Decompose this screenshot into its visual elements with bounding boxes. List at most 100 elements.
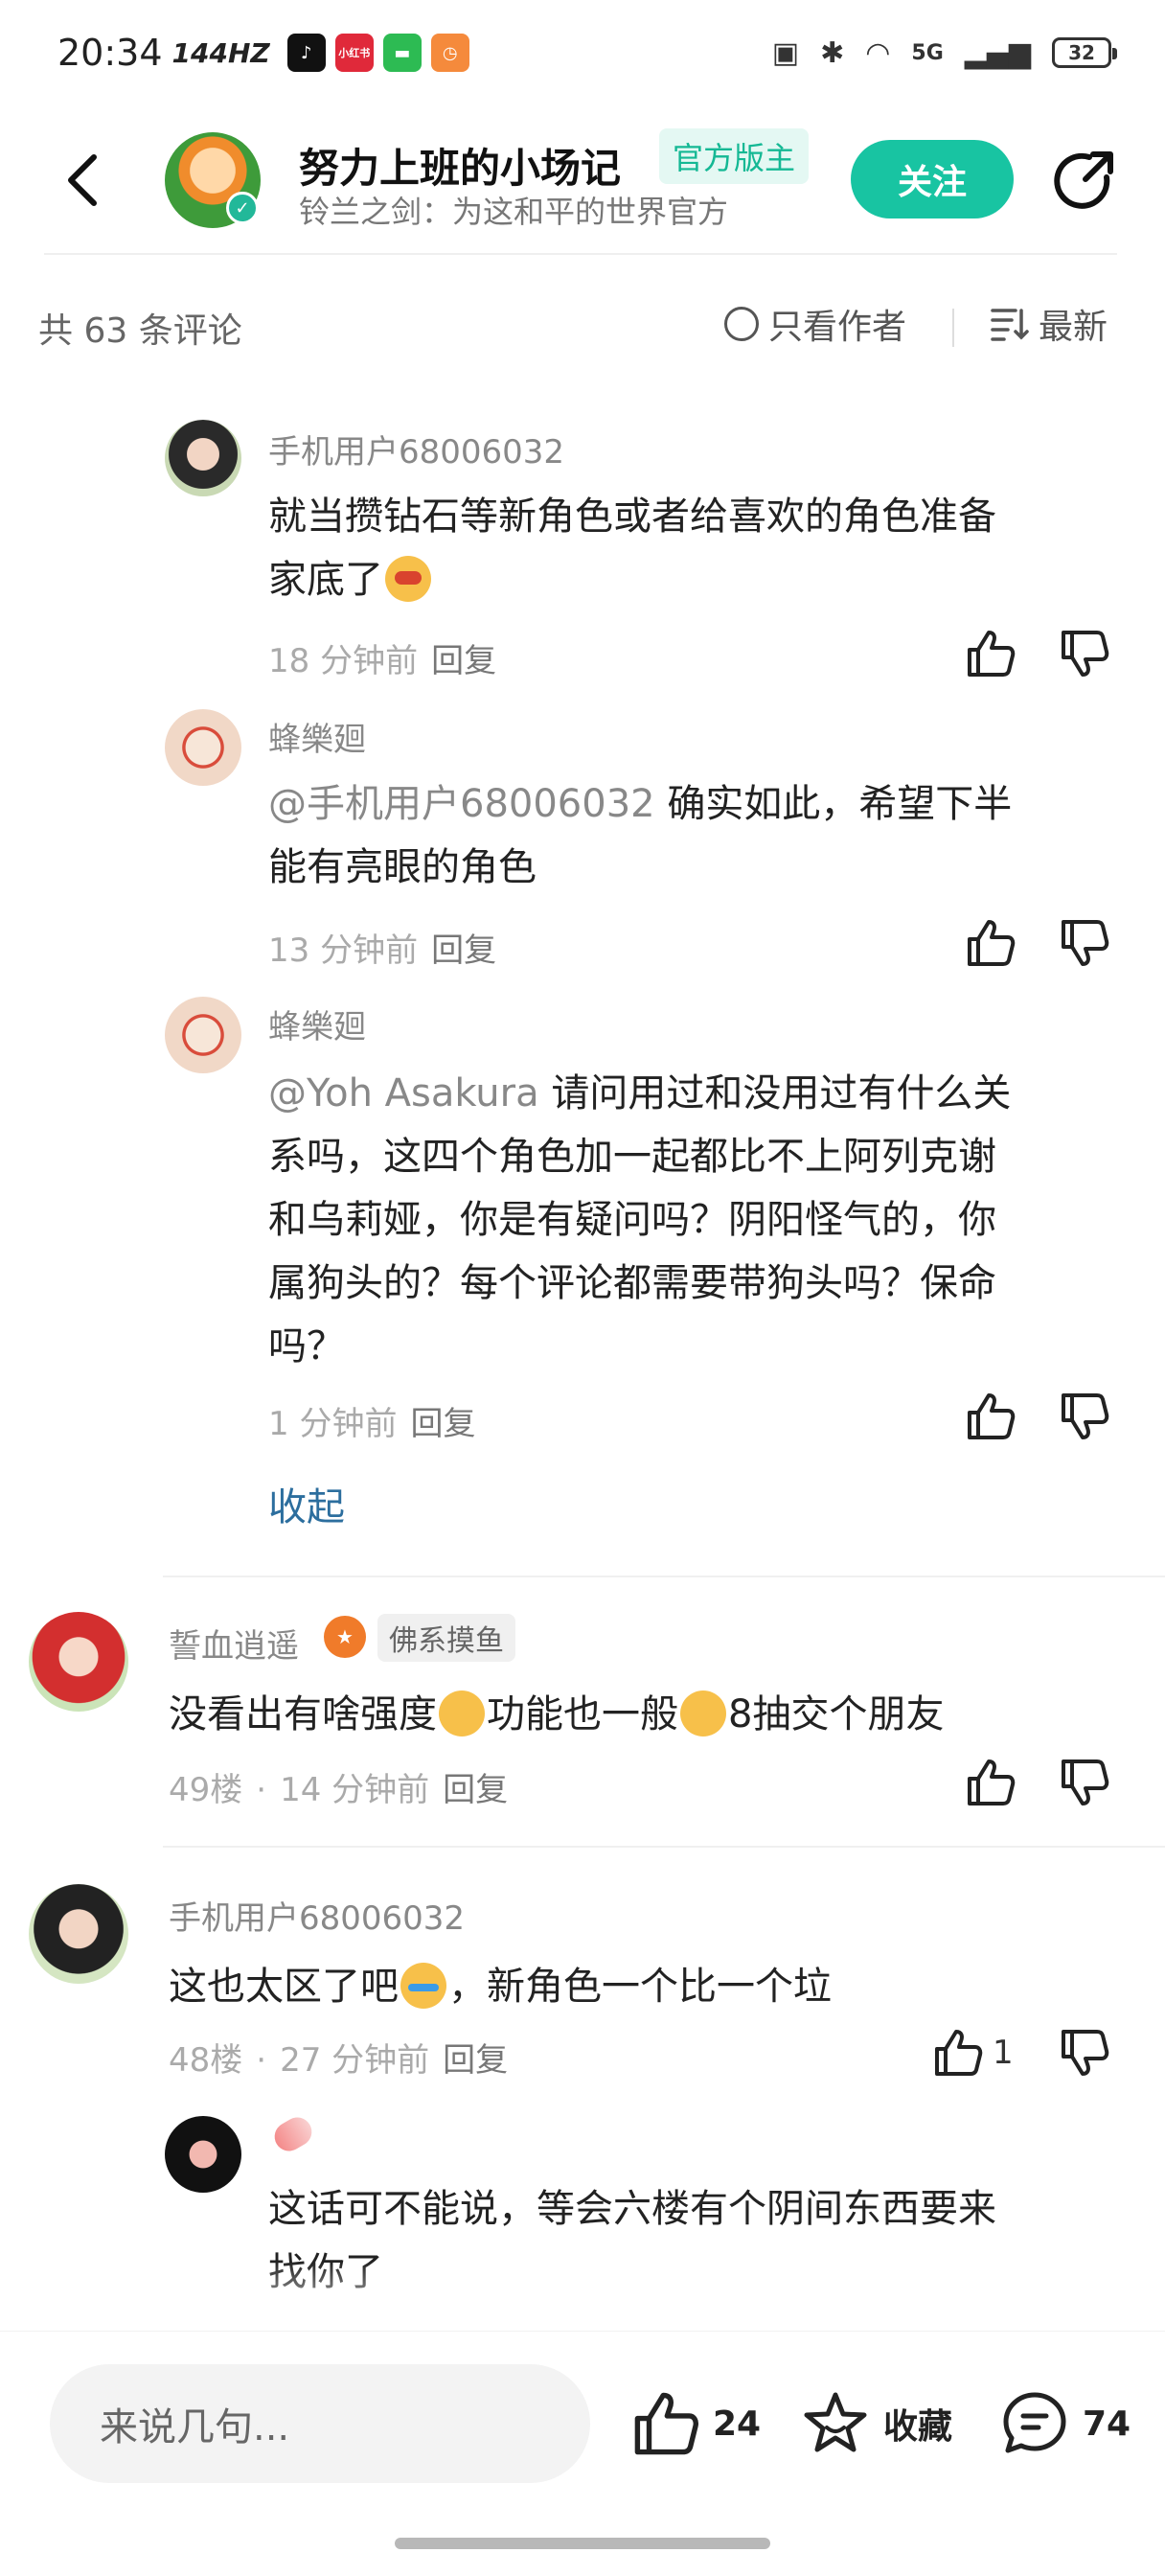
author-subtitle: 铃兰之剑：为这和平的世界官方 <box>299 194 729 230</box>
reply-button[interactable]: 回复 <box>410 1405 475 1443</box>
floor-number: 48楼 <box>169 2041 243 2080</box>
reply-button[interactable]: 回复 <box>431 932 496 970</box>
comment-bubble-icon <box>1003 2392 1066 2453</box>
comment-segment: 这也太区了吧 <box>169 1965 399 2009</box>
comment-text: 没看出有啥强度 功能也一般 8抽交个朋友 <box>169 1683 1127 1746</box>
scroll-fade <box>0 2262 1165 2329</box>
back-arrow-icon <box>68 154 97 206</box>
home-indicator[interactable] <box>395 2538 770 2549</box>
avatar[interactable] <box>29 1612 128 1712</box>
refresh-rate: 144HZ <box>171 36 270 69</box>
chat-app-icon: ▬ <box>382 34 422 72</box>
signal-icon: ▂▄▆ <box>964 35 1031 70</box>
comment-username[interactable]: 誓血逍遥 <box>169 1620 299 1667</box>
dislike-button[interactable] <box>1056 2024 1113 2082</box>
collapse-replies-button[interactable]: 收起 <box>268 1476 345 1531</box>
comment-line: 吗？ <box>268 1324 345 1368</box>
official-badge: 官方版主 <box>659 128 810 184</box>
header-divider <box>44 253 1117 255</box>
sort-label: 最新 <box>1039 308 1108 347</box>
bottom-action-bar: 来说几句... 24 收藏 74 <box>0 2331 1165 2518</box>
status-app-icons: ♪ 小红书 ▬ ◷ <box>286 34 469 72</box>
comment-text: 就当攒钻石等新角色或者给喜欢的角色准备 家底了 <box>268 485 1165 611</box>
comment-meta: 13 分钟前 回复 <box>268 924 496 971</box>
network-type: 5G <box>911 40 944 65</box>
comment-username[interactable]: 手机用户68006032 <box>169 1892 465 1939</box>
thumbs-down-icon <box>1062 1760 1109 1806</box>
comment-username[interactable]: 手机用户68006032 <box>268 426 564 472</box>
avatar[interactable] <box>165 420 241 496</box>
douyin-icon: ♪ <box>286 34 326 72</box>
star-icon <box>804 2392 867 2452</box>
avatar[interactable] <box>165 2116 241 2193</box>
avatar[interactable] <box>165 709 241 786</box>
thumbs-up-icon <box>968 1760 1016 1806</box>
like-button[interactable] <box>962 914 1019 972</box>
comment-line: 这话可不能说，等会六楼有个阴间东西要来 <box>268 2187 996 2231</box>
follow-button[interactable]: 关注 <box>851 140 1014 218</box>
like-button[interactable] <box>962 1388 1019 1445</box>
comment-line: 就当攒钻石等新角色或者给喜欢的角色准备 <box>268 494 996 539</box>
avatar[interactable] <box>29 1884 128 1984</box>
comment-text: 这也太区了吧 ，新角色一个比一个垃 <box>169 1955 1127 2018</box>
comment-line: 能有亮眼的角色 <box>268 845 537 889</box>
comment-line: 请问用过和没用过有什么关 <box>551 1071 1012 1116</box>
sort-button[interactable]: 最新 <box>991 299 1108 349</box>
comment-segment: ，新角色一个比一个垃 <box>448 1965 832 2009</box>
comment-time: 27 分钟前 <box>280 2041 430 2080</box>
battery-icon: 32 <box>1052 37 1117 68</box>
radio-icon <box>724 307 759 341</box>
dislike-button[interactable] <box>1056 625 1113 682</box>
collect-button[interactable]: 收藏 <box>801 2376 952 2472</box>
comment-segment: 功能也一般 <box>487 1692 678 1736</box>
comment-divider <box>163 1576 1165 1577</box>
candy-icon <box>269 2112 317 2156</box>
thumbs-down-icon <box>1062 631 1109 677</box>
status-time: 20:34 <box>57 32 163 74</box>
reply-button[interactable]: 回复 <box>443 2041 508 2080</box>
timer-app-icon: ◷ <box>430 34 469 72</box>
comment-segment: 8抽交个朋友 <box>728 1692 945 1736</box>
verified-icon: ✓ <box>226 192 259 224</box>
dislike-button[interactable] <box>1056 1754 1113 1811</box>
reply-button[interactable]: 回复 <box>443 1771 508 1809</box>
mention-link[interactable]: @Yoh Asakura <box>268 1071 539 1116</box>
dislike-button[interactable] <box>1056 1388 1113 1445</box>
emoji-icon <box>439 1690 485 1736</box>
comment-line: 和乌莉娅，你是有疑问吗？阴阳怪气的，你 <box>268 1198 996 1242</box>
medal-icon: ★ <box>324 1616 366 1658</box>
only-author-toggle[interactable]: 只看作者 <box>724 299 906 349</box>
battery-level: 32 <box>1068 41 1095 64</box>
post-like-button[interactable]: 24 <box>632 2376 761 2472</box>
comment-line: 属狗头的？每个评论都需要带狗头吗？保命 <box>268 1261 996 1305</box>
comment-username[interactable]: 蜂樂廻 <box>268 713 366 760</box>
dislike-button[interactable] <box>1056 914 1113 972</box>
comment-segment: 没看出有啥强度 <box>169 1692 437 1736</box>
like-button[interactable] <box>962 625 1019 682</box>
comment-input[interactable]: 来说几句... <box>50 2364 590 2483</box>
reply-button[interactable]: 回复 <box>431 642 496 680</box>
thumbs-up-icon <box>634 2392 698 2455</box>
mention-link[interactable]: @手机用户68006032 <box>268 782 655 826</box>
emoji-icon <box>680 1690 726 1736</box>
avatar[interactable] <box>165 997 241 1073</box>
only-author-label: 只看作者 <box>768 308 907 347</box>
status-bar: 20:34 144HZ ♪ 小红书 ▬ ◷ ▣ ✱ ◠ 5G ▂▄▆ 32 <box>0 0 1165 105</box>
like-button[interactable] <box>962 1754 1019 1811</box>
bluetooth-icon: ✱ <box>820 35 845 70</box>
comment-line: 家底了 <box>268 558 383 602</box>
comment-line: 系吗，这四个角色加一起都比不上阿列克谢 <box>268 1135 996 1179</box>
comment-text: @手机用户68006032 确实如此，希望下半 能有亮眼的角色 <box>268 772 1165 899</box>
comment-meta: 49楼 · 14 分钟前 回复 <box>169 1771 509 1809</box>
comment-count: 共 63 条评论 <box>38 311 242 351</box>
nfc-icon: ▣ <box>771 35 800 70</box>
back-button[interactable] <box>54 142 111 218</box>
thumbs-up-icon <box>968 1393 1016 1439</box>
share-button[interactable] <box>1046 144 1123 220</box>
author-name[interactable]: 努力上班的小场记 <box>299 136 621 195</box>
comments-button[interactable]: 74 <box>1000 2376 1131 2472</box>
emoji-icon <box>385 556 431 602</box>
like-button[interactable] <box>929 2024 987 2082</box>
comment-username[interactable]: 蜂樂廻 <box>268 1000 366 1047</box>
comment-meta: 1 分钟前 回复 <box>268 1397 475 1444</box>
